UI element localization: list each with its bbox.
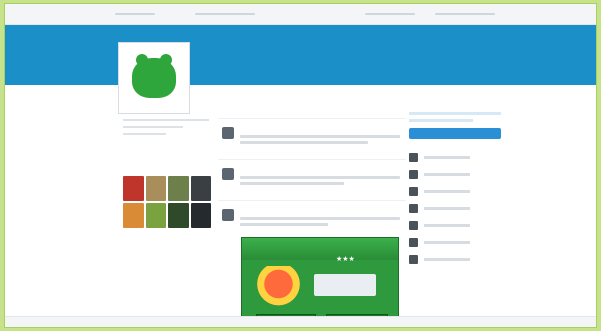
tweet-avatar[interactable] — [222, 127, 234, 139]
search-input[interactable] — [365, 13, 415, 15]
suggested-user-avatar[interactable] — [409, 221, 418, 230]
photo-thumbnail[interactable] — [168, 203, 189, 228]
tweet-avatar[interactable] — [222, 168, 234, 180]
suggested-user-name[interactable] — [424, 241, 470, 244]
top-navigation-bar — [5, 4, 596, 25]
nav-item-home[interactable] — [115, 13, 155, 15]
sidebar-line — [409, 119, 474, 122]
tweet-feed — [218, 106, 406, 241]
suggested-user[interactable] — [409, 151, 501, 164]
photo-thumbnail[interactable] — [123, 176, 144, 201]
nav-item-connect[interactable] — [195, 13, 255, 15]
profile-bio-line — [123, 119, 209, 121]
profile-card — [123, 114, 209, 135]
profile-tabs — [215, 90, 257, 104]
who-to-follow-list — [409, 151, 501, 266]
tweet[interactable] — [218, 200, 406, 241]
suggested-user[interactable] — [409, 202, 501, 215]
ad-header: ★★★ — [242, 238, 398, 263]
photo-thumbnail[interactable] — [123, 203, 144, 228]
suggested-user-name[interactable] — [424, 258, 470, 261]
suggested-user-avatar[interactable] — [409, 187, 418, 196]
suggested-user[interactable] — [409, 168, 501, 181]
suggested-user-avatar[interactable] — [409, 170, 418, 179]
photo-grid — [123, 176, 211, 228]
tweet-text — [240, 135, 400, 147]
suggested-user-name[interactable] — [424, 173, 470, 176]
photo-thumbnail[interactable] — [145, 176, 166, 201]
sidebar-line — [409, 112, 501, 115]
suggested-user-name[interactable] — [424, 224, 470, 227]
suggested-user-avatar[interactable] — [409, 255, 418, 264]
profile-location-line — [123, 133, 166, 135]
suggested-user[interactable] — [409, 219, 501, 232]
suggested-user[interactable] — [409, 236, 501, 249]
footer — [5, 316, 596, 327]
frog-logo-icon — [132, 54, 176, 98]
photo-thumbnail[interactable] — [145, 203, 166, 228]
right-sidebar — [409, 112, 501, 266]
ad-stars: ★★★ — [336, 256, 355, 263]
suggested-user-avatar[interactable] — [409, 153, 418, 162]
tweet-text — [240, 176, 400, 188]
tweet-avatar[interactable] — [222, 209, 234, 221]
ad-text-box — [314, 274, 376, 296]
feed-header — [218, 106, 406, 118]
nav-item-account[interactable] — [435, 13, 495, 15]
profile-banner — [5, 25, 596, 85]
tweet[interactable] — [218, 118, 406, 159]
tweet-text — [240, 217, 400, 229]
browser-frame: ★★★ — [4, 3, 597, 328]
profile-bio-line — [123, 126, 184, 128]
photo-thumbnail[interactable] — [190, 203, 211, 228]
avatar[interactable] — [118, 42, 190, 114]
follow-button[interactable] — [409, 128, 501, 139]
photo-thumbnail[interactable] — [168, 176, 189, 201]
suggested-user-name[interactable] — [424, 190, 470, 193]
suggested-user-name[interactable] — [424, 207, 470, 210]
tweet[interactable] — [218, 159, 406, 200]
ad-character-image — [256, 266, 306, 306]
suggested-user-name[interactable] — [424, 156, 470, 159]
suggested-user[interactable] — [409, 185, 501, 198]
suggested-user-avatar[interactable] — [409, 238, 418, 247]
suggested-user-avatar[interactable] — [409, 204, 418, 213]
game-advertisement[interactable]: ★★★ — [241, 237, 399, 327]
photo-thumbnail[interactable] — [190, 176, 211, 201]
suggested-user[interactable] — [409, 253, 501, 266]
